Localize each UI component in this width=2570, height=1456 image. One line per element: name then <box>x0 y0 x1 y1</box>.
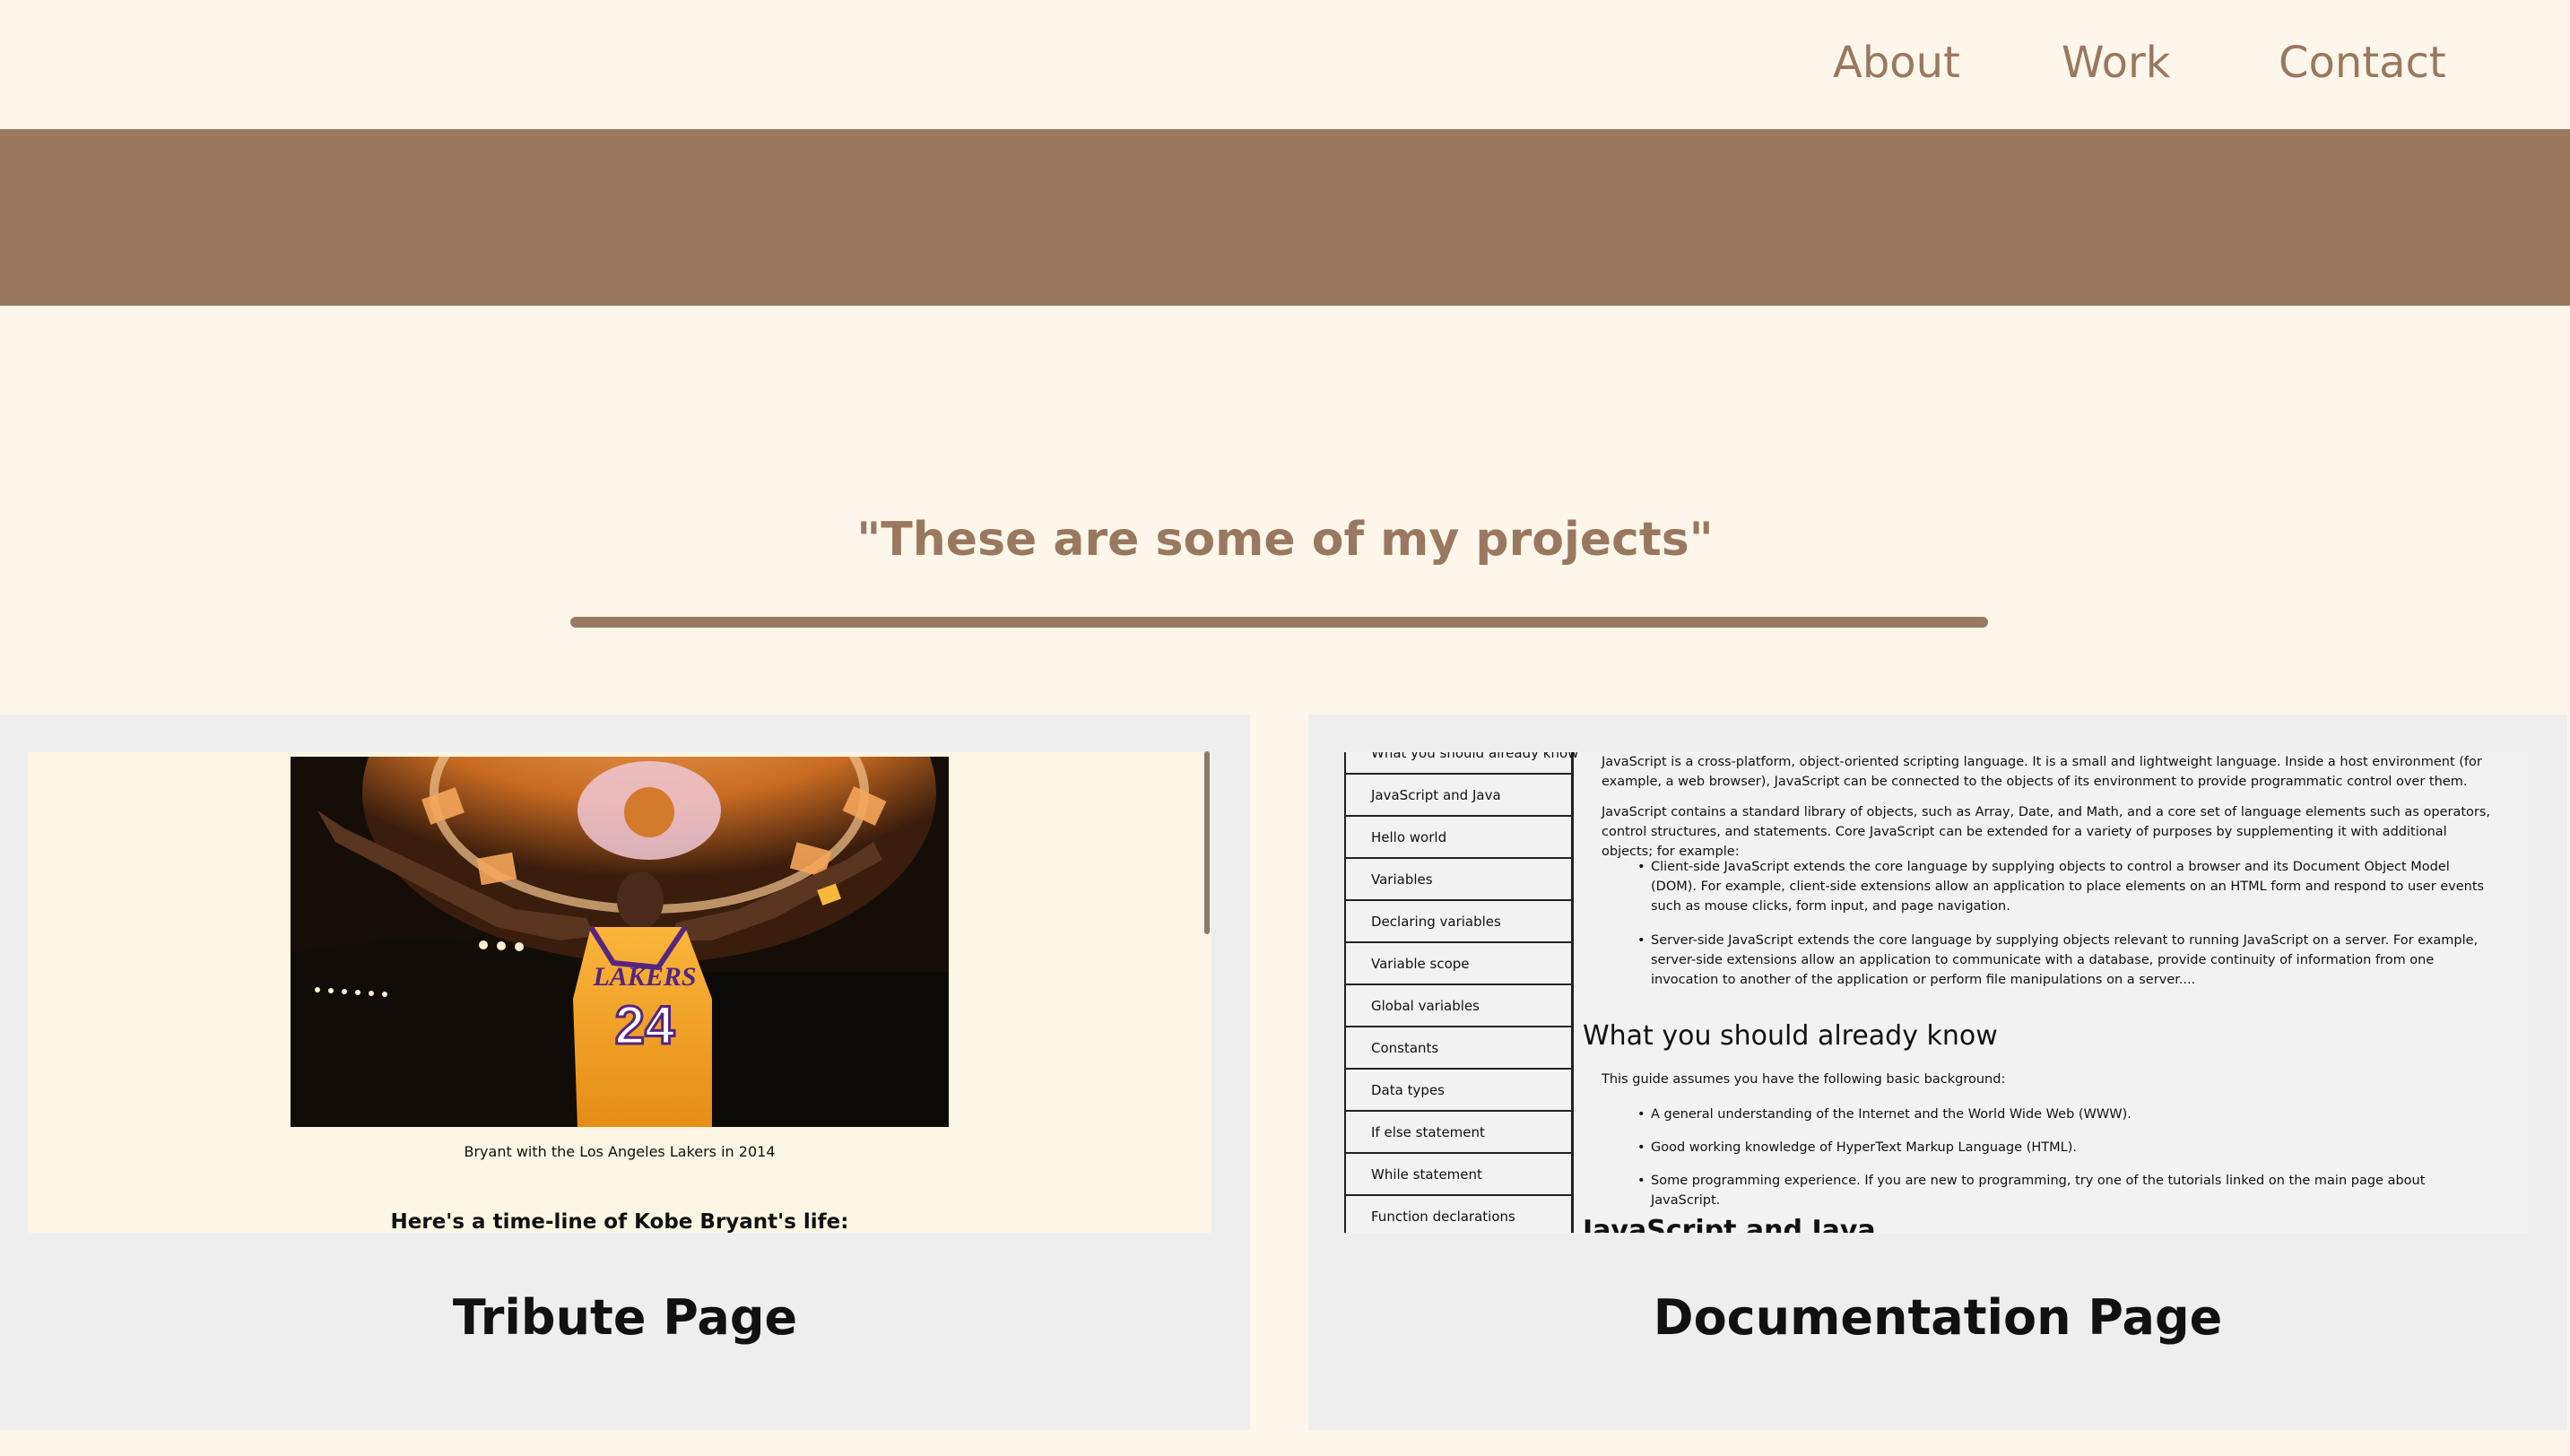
doc-nav-item[interactable]: Variable scope <box>1346 943 1574 985</box>
doc-section-heading: What you should already know <box>1583 1020 1998 1052</box>
doc-nav-item[interactable]: If else statement <box>1346 1112 1574 1154</box>
tribute-preview[interactable]: LAKERS 24 Bryant with the Los Angeles La… <box>28 752 1211 1233</box>
doc-nav-item[interactable]: What you should already know <box>1346 752 1578 775</box>
jersey-team-text: LAKERS <box>592 962 696 992</box>
doc-paragraph: This guide assumes you have the followin… <box>1602 1072 2006 1087</box>
doc-list-item: Server-side JavaScript extends the core … <box>1637 931 2485 990</box>
doc-nav-item[interactable]: Hello world <box>1346 817 1574 859</box>
tribute-scrollbar[interactable] <box>1204 751 1210 934</box>
documentation-preview[interactable]: What you should already know JavaScript … <box>1344 752 2528 1233</box>
photo-caption: Bryant with the Los Angeles Lakers in 20… <box>464 1143 776 1160</box>
doc-main-content: JavaScript is a cross-platform, object-o… <box>1574 752 2528 1233</box>
doc-nav-item[interactable]: Constants <box>1346 1027 1574 1070</box>
doc-nav-item[interactable]: While statement <box>1346 1154 1574 1196</box>
doc-nav-item[interactable]: JavaScript and Java <box>1346 775 1574 817</box>
doc-nav-item[interactable]: Declaring variables <box>1346 901 1574 943</box>
header-band <box>0 129 2570 306</box>
nav-link-contact[interactable]: Contact <box>2279 34 2446 91</box>
doc-list-item: A general understanding of the Internet … <box>1637 1105 2485 1124</box>
top-nav: About Work Contact <box>0 0 2570 129</box>
doc-list-item: Client-side JavaScript extends the core … <box>1637 857 2485 916</box>
doc-nav-item[interactable]: Function declarations <box>1346 1196 1574 1233</box>
doc-nav-item[interactable]: Variables <box>1346 859 1574 901</box>
title-divider <box>570 617 1988 628</box>
doc-intro-paragraph: JavaScript is a cross-platform, object-o… <box>1602 755 2482 789</box>
doc-nav-item[interactable]: Global variables <box>1346 985 1574 1027</box>
documentation-page-label[interactable]: Documentation Page <box>1308 1282 2567 1354</box>
tribute-page-label[interactable]: Tribute Page <box>0 1282 1250 1354</box>
kobe-bryant-photo: LAKERS 24 <box>291 757 949 1127</box>
doc-list-item: Some programming experience. If you are … <box>1637 1171 2485 1210</box>
nav-link-work[interactable]: Work <box>2062 34 2171 91</box>
nav-link-about[interactable]: About <box>1833 34 1960 91</box>
doc-sidebar-nav: What you should already know JavaScript … <box>1344 752 1578 1233</box>
doc-section-heading: JavaScript and Java <box>1583 1215 1876 1233</box>
doc-nav-item[interactable]: Data types <box>1346 1070 1574 1112</box>
projects-title: "These are some of my projects" <box>856 513 1714 567</box>
jersey-number-text: 24 <box>615 995 675 1055</box>
timeline-heading: Here's a time-line of Kobe Bryant's life… <box>390 1210 849 1233</box>
doc-list-item: Good working knowledge of HyperText Mark… <box>1637 1138 2485 1157</box>
doc-intro-paragraph: JavaScript contains a standard library o… <box>1602 805 2491 859</box>
